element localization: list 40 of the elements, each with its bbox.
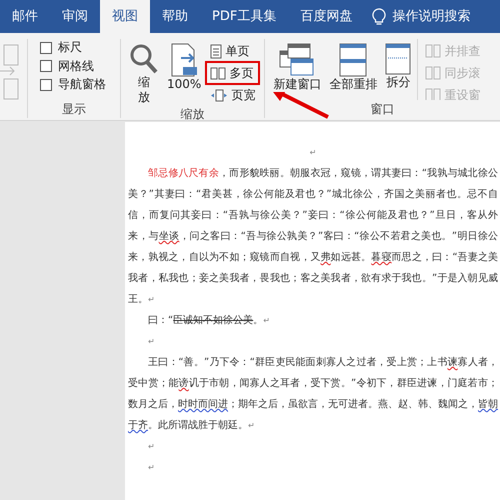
ribbon-tab[interactable]: 帮助 (150, 0, 200, 33)
zoom100-button[interactable]: 100% (165, 43, 204, 105)
paragraph: 王曰：“善。”乃下令：“群臣吏民能面刺寡人之过者，受上赏；上书谏寡人者，受中赏；能谤讥于市朝，闻寡人之耳者，受下赏。”令初下，群臣进谏，门庭若市；数月之后，时时而间进；期年之后，虽欲言，无可进者。燕、赵、韩、魏闻之，皆朝于齐。此所谓战胜于朝廷。↵ (128, 356, 498, 433)
checkbox[interactable]: 标尺 (40, 39, 106, 57)
split-button[interactable]: 拆分 (383, 43, 414, 100)
lightbulb-icon (372, 8, 386, 26)
arrange-icon (339, 43, 368, 77)
ribbon-tab[interactable]: 视图 (100, 0, 150, 33)
two-pages-icon (210, 66, 226, 80)
checkbox[interactable]: 网格线 (40, 58, 106, 76)
new-window-button[interactable]: 新建窗口 (271, 43, 324, 100)
one-page-button[interactable]: 单页 (207, 41, 258, 61)
paragraph-mark: ↵ (148, 337, 155, 346)
multi-page-button[interactable]: 多页 (207, 63, 258, 83)
arrange-all-button[interactable]: 全部重排 (327, 43, 380, 100)
window-icon (425, 66, 442, 80)
group-label: 显示 (62, 101, 86, 118)
windows-icon (279, 43, 316, 77)
ribbon-tab[interactable]: 百度网盘 (288, 0, 364, 33)
paragraph-mark: ↵ (148, 442, 155, 451)
checkbox[interactable]: 导航窗格 (40, 76, 106, 94)
group-label: 缩放 (180, 106, 205, 123)
paragraph: 邹忌修八尺有余，而形貌昳丽。朝服衣冠，窥镜，谓其妻曰：“我孰与城北徐公美？”其妻曰：“君美甚，徐公何能及君也？”城北徐公，齐国之美丽者也。忌不自信，而复问其妾曰：“吾孰与徐公美？”妾曰：“徐公何能及君也？”旦日，客从外来，与坐谈，问之客曰：“吾与徐公孰美？”客曰：“徐公不若君之美也。”明日徐公来，孰视之，自以为不如；窥镜而自视，又弗如远甚。暮寝而思之，曰：“吾妻之美我者，私我也；妾之美我者，畏我也；客之美我者，欲有求于我也。”于是入朝见威王。↵ (128, 166, 498, 307)
page-width-icon (210, 88, 228, 102)
window-icon (425, 88, 442, 100)
paragraph-mark: ↵ (310, 148, 316, 157)
paragraph: 曰：“臣诚知不如徐公美。↵ (147, 314, 271, 328)
zoom-button[interactable]: 缩放 (127, 43, 161, 105)
ribbon-tab[interactable]: 邮件 (0, 0, 50, 33)
page-zoom-icon (169, 43, 200, 77)
split-icon (385, 43, 412, 75)
window-icon (425, 44, 442, 58)
ribbon-tab[interactable]: 审阅 (50, 0, 100, 33)
tell-me-search[interactable]: 操作说明搜索 (392, 6, 470, 26)
paragraph-mark: ↵ (148, 463, 155, 472)
page-icon (210, 44, 222, 58)
group-label: 窗口 (370, 101, 395, 118)
ribbon-tab[interactable]: PDF工具集 (200, 0, 288, 33)
page-width-button[interactable]: 页宽 (207, 85, 258, 105)
magnifier-icon (129, 43, 159, 75)
